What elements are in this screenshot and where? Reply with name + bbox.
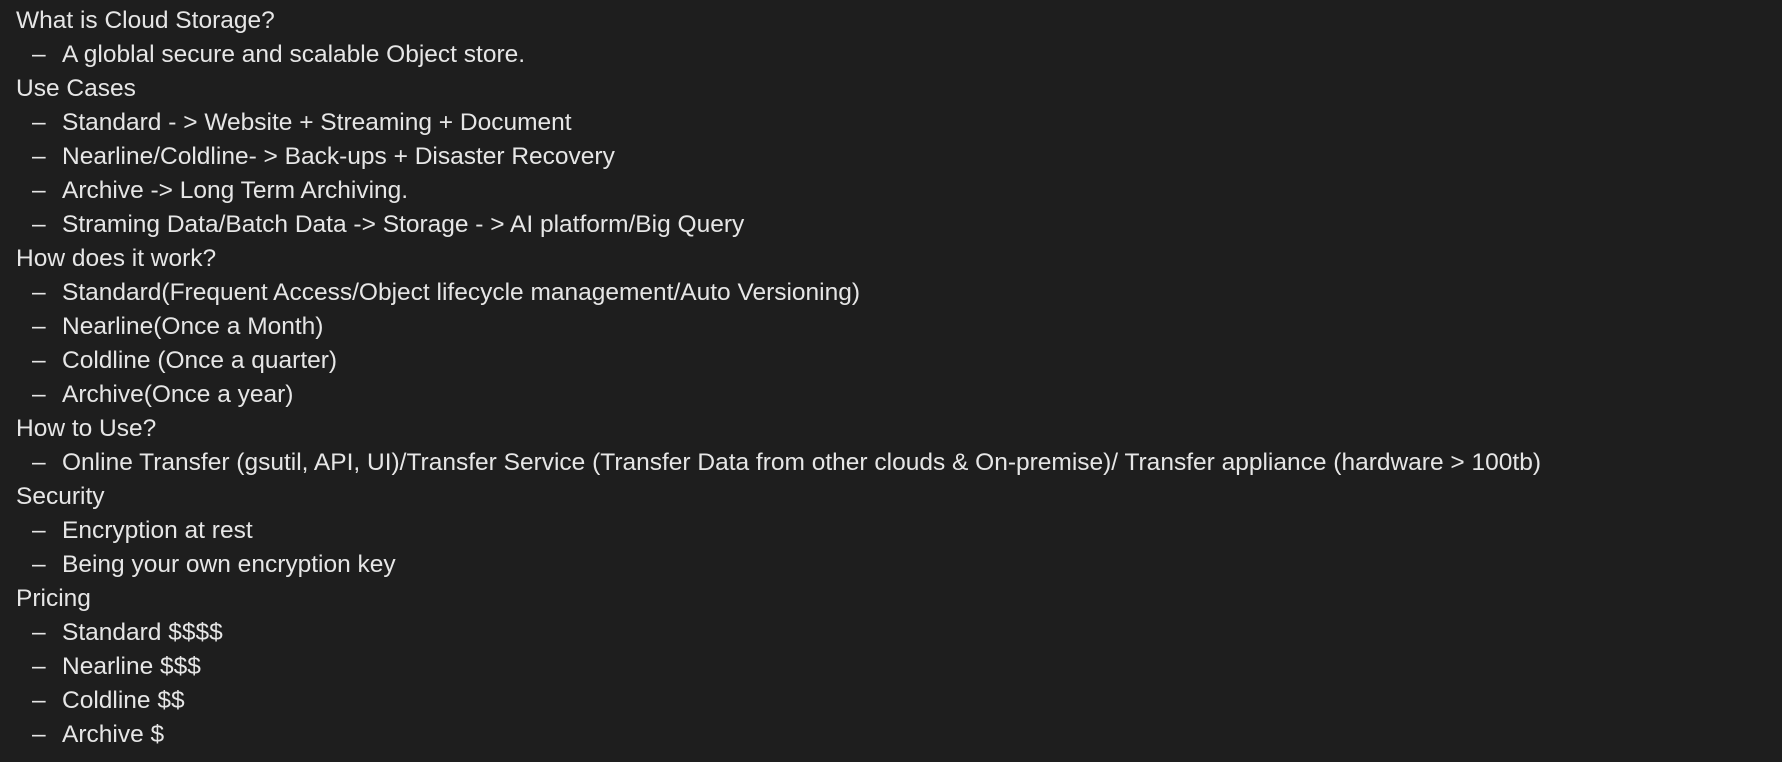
list-item: – A globlal secure and scalable Object s… [16, 38, 1782, 72]
dash-bullet: – [32, 109, 46, 136]
list-item: – Standard $$$$ [16, 616, 1782, 650]
list-item-text: Archive -> Long Term Archiving. [62, 177, 409, 204]
list-item-text: Standard - > Website + Streaming + Docum… [62, 109, 572, 136]
dash-bullet: – [32, 721, 46, 748]
list-item-text: Straming Data/Batch Data -> Storage - > … [62, 211, 745, 238]
dash-bullet: – [32, 41, 46, 68]
dash-bullet: – [32, 619, 46, 646]
dash-bullet: – [32, 517, 46, 544]
list-item: – Online Transfer (gsutil, API, UI)/Tran… [16, 446, 1782, 480]
section-pricing: Pricing – Standard $$$$ – Nearline $$$ –… [16, 582, 1782, 752]
list-item: – Coldline (Once a quarter) [16, 344, 1782, 378]
dash-bullet: – [32, 279, 46, 306]
list-item: – Encryption at rest [16, 514, 1782, 548]
list-item-text: Nearline/Coldline- > Back-ups + Disaster… [62, 143, 615, 170]
list-item: – Standard(Frequent Access/Object lifecy… [16, 276, 1782, 310]
dash-bullet: – [32, 177, 46, 204]
dash-bullet: – [32, 687, 46, 714]
dash-bullet: – [32, 211, 46, 238]
note-editor[interactable]: What is Cloud Storage? – A globlal secur… [0, 0, 1782, 762]
list-item-text: Archive(Once a year) [62, 381, 294, 408]
section-heading: How does it work? [16, 245, 217, 272]
list-item-text: Standard $$$$ [62, 619, 223, 646]
list-item: – Archive -> Long Term Archiving. [16, 174, 1782, 208]
list-item: – Being your own encryption key [16, 548, 1782, 582]
section-security: Security – Encryption at rest – Being yo… [16, 480, 1782, 582]
list-item-text: Online Transfer (gsutil, API, UI)/Transf… [62, 449, 1541, 476]
list-item-text: A globlal secure and scalable Object sto… [62, 41, 526, 68]
list-item-text: Archive $ [62, 721, 165, 748]
list-item: – Nearline $$$ [16, 650, 1782, 684]
list-item-text: Nearline(Once a Month) [62, 313, 324, 340]
section-heading: Pricing [16, 585, 91, 612]
dash-bullet: – [32, 381, 46, 408]
section-how-does-it-work: How does it work? – Standard(Frequent Ac… [16, 242, 1782, 412]
list-item: – Nearline/Coldline- > Back-ups + Disast… [16, 140, 1782, 174]
list-item: – Standard - > Website + Streaming + Doc… [16, 106, 1782, 140]
list-item-text: Standard(Frequent Access/Object lifecycl… [62, 279, 861, 306]
list-item: – Coldline $$ [16, 684, 1782, 718]
list-item-text: Coldline (Once a quarter) [62, 347, 338, 374]
section-use-cases: Use Cases – Standard - > Website + Strea… [16, 72, 1782, 242]
section-what-is-cloud-storage: What is Cloud Storage? – A globlal secur… [16, 4, 1782, 72]
dash-bullet: – [32, 143, 46, 170]
dash-bullet: – [32, 551, 46, 578]
dash-bullet: – [32, 449, 46, 476]
section-heading: What is Cloud Storage? [16, 7, 275, 34]
section-heading: Security [16, 483, 105, 510]
list-item: – Straming Data/Batch Data -> Storage - … [16, 208, 1782, 242]
section-heading: Use Cases [16, 75, 136, 102]
list-item-text: Coldline $$ [62, 687, 185, 714]
section-how-to-use: How to Use? – Online Transfer (gsutil, A… [16, 412, 1782, 480]
list-item: – Archive(Once a year) [16, 378, 1782, 412]
list-item: – Archive $ [16, 718, 1782, 752]
dash-bullet: – [32, 653, 46, 680]
dash-bullet: – [32, 347, 46, 374]
section-heading: How to Use? [16, 415, 157, 442]
list-item-text: Nearline $$$ [62, 653, 201, 680]
list-item: – Nearline(Once a Month) [16, 310, 1782, 344]
dash-bullet: – [32, 313, 46, 340]
list-item-text: Encryption at rest [62, 517, 253, 544]
list-item-text: Being your own encryption key [62, 551, 396, 578]
